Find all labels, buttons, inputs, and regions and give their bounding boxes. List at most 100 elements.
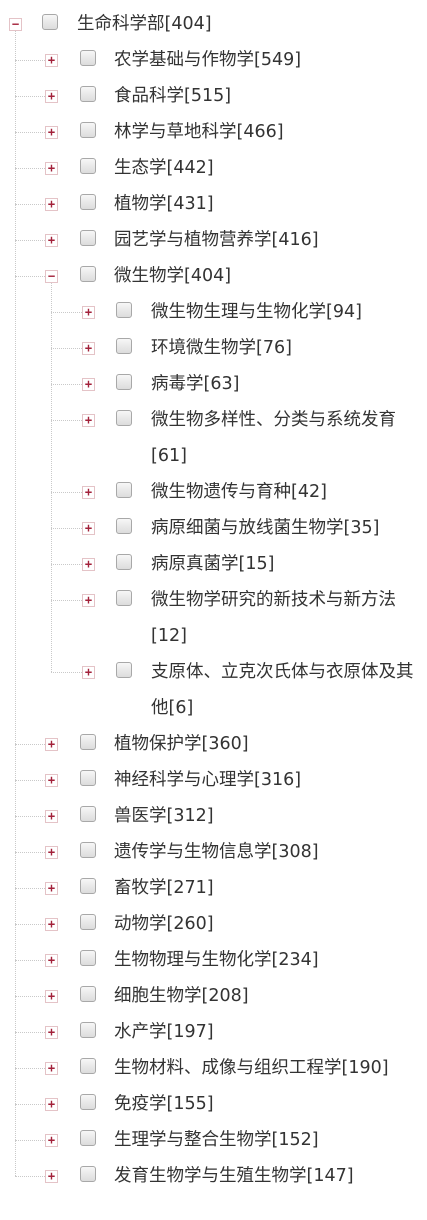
checkbox[interactable]	[80, 950, 96, 966]
tree-node: + 生理学与整合生物学[152]	[0, 1122, 427, 1158]
tree-node-label[interactable]: 生命科学部[404]	[77, 6, 212, 42]
checkbox[interactable]	[80, 122, 96, 138]
tree-connector-horizontal	[15, 816, 45, 817]
expand-toggle-icon[interactable]: +	[82, 378, 95, 391]
checkbox[interactable]	[116, 590, 132, 606]
tree-node-label[interactable]: 农学基础与作物学[549]	[114, 42, 301, 78]
collapse-toggle-icon[interactable]: −	[45, 270, 58, 283]
checkbox[interactable]	[116, 302, 132, 318]
tree-node-label[interactable]: 畜牧学[271]	[114, 870, 214, 906]
tree-node-label[interactable]: 食品科学[515]	[114, 78, 231, 114]
tree-node: + 生态学[442]	[0, 150, 427, 186]
expand-toggle-icon[interactable]: +	[45, 954, 58, 967]
tree-node-label[interactable]: 遗传学与生物信息学[308]	[114, 834, 319, 870]
checkbox[interactable]	[80, 914, 96, 930]
checkbox[interactable]	[116, 410, 132, 426]
tree-node-label[interactable]: 微生物生理与生物化学[94]	[151, 294, 362, 330]
checkbox[interactable]	[116, 374, 132, 390]
expand-toggle-icon[interactable]: +	[45, 738, 58, 751]
checkbox[interactable]	[80, 194, 96, 210]
checkbox[interactable]	[80, 842, 96, 858]
checkbox[interactable]	[80, 158, 96, 174]
tree-connector-horizontal	[51, 384, 82, 385]
tree-node-label[interactable]: 兽医学[312]	[114, 798, 214, 834]
expand-toggle-icon[interactable]: +	[82, 342, 95, 355]
expand-toggle-icon[interactable]: +	[82, 486, 95, 499]
tree-connector-horizontal	[15, 924, 45, 925]
checkbox[interactable]	[80, 734, 96, 750]
checkbox[interactable]	[116, 482, 132, 498]
checkbox[interactable]	[116, 662, 132, 678]
expand-toggle-icon[interactable]: +	[82, 306, 95, 319]
checkbox[interactable]	[80, 1022, 96, 1038]
tree-node-label[interactable]: 植物学[431]	[114, 186, 214, 222]
expand-toggle-icon[interactable]: +	[45, 162, 58, 175]
checkbox[interactable]	[80, 266, 96, 282]
checkbox[interactable]	[80, 806, 96, 822]
expand-toggle-icon[interactable]: +	[45, 198, 58, 211]
expand-toggle-icon[interactable]: +	[45, 1134, 58, 1147]
checkbox[interactable]	[80, 86, 96, 102]
tree-node-label[interactable]: 病原细菌与放线菌生物学[35]	[151, 510, 379, 546]
tree-node-label[interactable]: 动物学[260]	[114, 906, 214, 942]
expand-toggle-icon[interactable]: +	[45, 1170, 58, 1183]
tree-node: + 动物学[260]	[0, 906, 427, 942]
tree-node-label[interactable]: 支原体、立克次氏体与衣原体及其他[6]	[151, 654, 426, 726]
tree-node-label[interactable]: 微生物学[404]	[114, 258, 231, 294]
checkbox[interactable]	[80, 1094, 96, 1110]
expand-toggle-icon[interactable]: +	[45, 1062, 58, 1075]
checkbox[interactable]	[116, 554, 132, 570]
tree-node-label[interactable]: 水产学[197]	[114, 1014, 214, 1050]
checkbox[interactable]	[116, 518, 132, 534]
expand-toggle-icon[interactable]: +	[82, 666, 95, 679]
checkbox[interactable]	[80, 50, 96, 66]
expand-toggle-icon[interactable]: +	[82, 522, 95, 535]
tree-node-label[interactable]: 生物物理与生物化学[234]	[114, 942, 319, 978]
expand-toggle-icon[interactable]: +	[45, 90, 58, 103]
checkbox[interactable]	[80, 1130, 96, 1146]
checkbox[interactable]	[80, 1166, 96, 1182]
checkbox[interactable]	[80, 986, 96, 1002]
tree-node-label[interactable]: 环境微生物学[76]	[151, 330, 292, 366]
expand-toggle-icon[interactable]: +	[45, 774, 58, 787]
expand-toggle-icon[interactable]: +	[45, 846, 58, 859]
tree-node-label[interactable]: 发育生物学与生殖生物学[147]	[114, 1158, 354, 1194]
expand-toggle-icon[interactable]: +	[45, 810, 58, 823]
expand-toggle-icon[interactable]: +	[45, 882, 58, 895]
tree-node-label[interactable]: 生理学与整合生物学[152]	[114, 1122, 319, 1158]
tree-connector-horizontal	[15, 960, 45, 961]
collapse-toggle-icon[interactable]: −	[9, 18, 22, 31]
expand-toggle-icon[interactable]: +	[45, 990, 58, 1003]
expand-toggle-icon[interactable]: +	[82, 414, 95, 427]
checkbox[interactable]	[80, 770, 96, 786]
tree-node: + 植物保护学[360]	[0, 726, 427, 762]
tree-node-label[interactable]: 病原真菌学[15]	[151, 546, 274, 582]
tree-node-label[interactable]: 园艺学与植物营养学[416]	[114, 222, 319, 258]
tree-node-label[interactable]: 林学与草地科学[466]	[114, 114, 284, 150]
expand-toggle-icon[interactable]: +	[45, 1026, 58, 1039]
expand-toggle-icon[interactable]: +	[45, 918, 58, 931]
expand-toggle-icon[interactable]: +	[45, 54, 58, 67]
tree-node-label[interactable]: 生物材料、成像与组织工程学[190]	[114, 1050, 389, 1086]
expand-toggle-icon[interactable]: +	[45, 126, 58, 139]
tree-node-label[interactable]: 免疫学[155]	[114, 1086, 214, 1122]
tree-node-label[interactable]: 神经科学与心理学[316]	[114, 762, 301, 798]
expand-toggle-icon[interactable]: +	[82, 594, 95, 607]
tree-node-label[interactable]: 植物保护学[360]	[114, 726, 249, 762]
expand-toggle-icon[interactable]: +	[82, 558, 95, 571]
tree-node: + 林学与草地科学[466]	[0, 114, 427, 150]
checkbox[interactable]	[116, 338, 132, 354]
tree-node-label[interactable]: 微生物遗传与育种[42]	[151, 474, 327, 510]
tree-connector-horizontal	[15, 1104, 45, 1105]
checkbox[interactable]	[42, 14, 58, 30]
expand-toggle-icon[interactable]: +	[45, 1098, 58, 1111]
checkbox[interactable]	[80, 230, 96, 246]
checkbox[interactable]	[80, 878, 96, 894]
tree-node-label[interactable]: 细胞生物学[208]	[114, 978, 249, 1014]
tree-node-label[interactable]: 微生物学研究的新技术与新方法[12]	[151, 582, 426, 654]
tree-node-label[interactable]: 生态学[442]	[114, 150, 214, 186]
checkbox[interactable]	[80, 1058, 96, 1074]
tree-node-label[interactable]: 微生物多样性、分类与系统发育[61]	[151, 402, 426, 474]
expand-toggle-icon[interactable]: +	[45, 234, 58, 247]
tree-node-label[interactable]: 病毒学[63]	[151, 366, 239, 402]
